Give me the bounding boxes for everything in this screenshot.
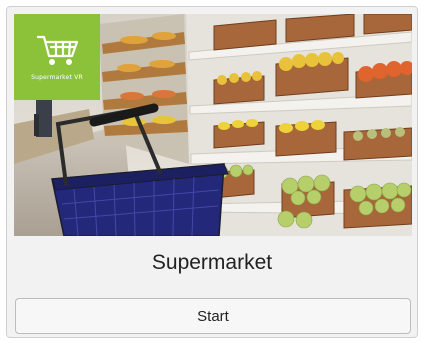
shopping-cart-icon	[36, 35, 79, 65]
logo-label: Supermarket VR	[31, 74, 83, 81]
card-title: Supermarket	[151, 251, 273, 274]
game-card: Supermarket VR Supermarket Start	[6, 6, 418, 338]
start-button[interactable]: Start	[15, 298, 411, 334]
app-logo-badge: Supermarket VR	[14, 14, 100, 100]
